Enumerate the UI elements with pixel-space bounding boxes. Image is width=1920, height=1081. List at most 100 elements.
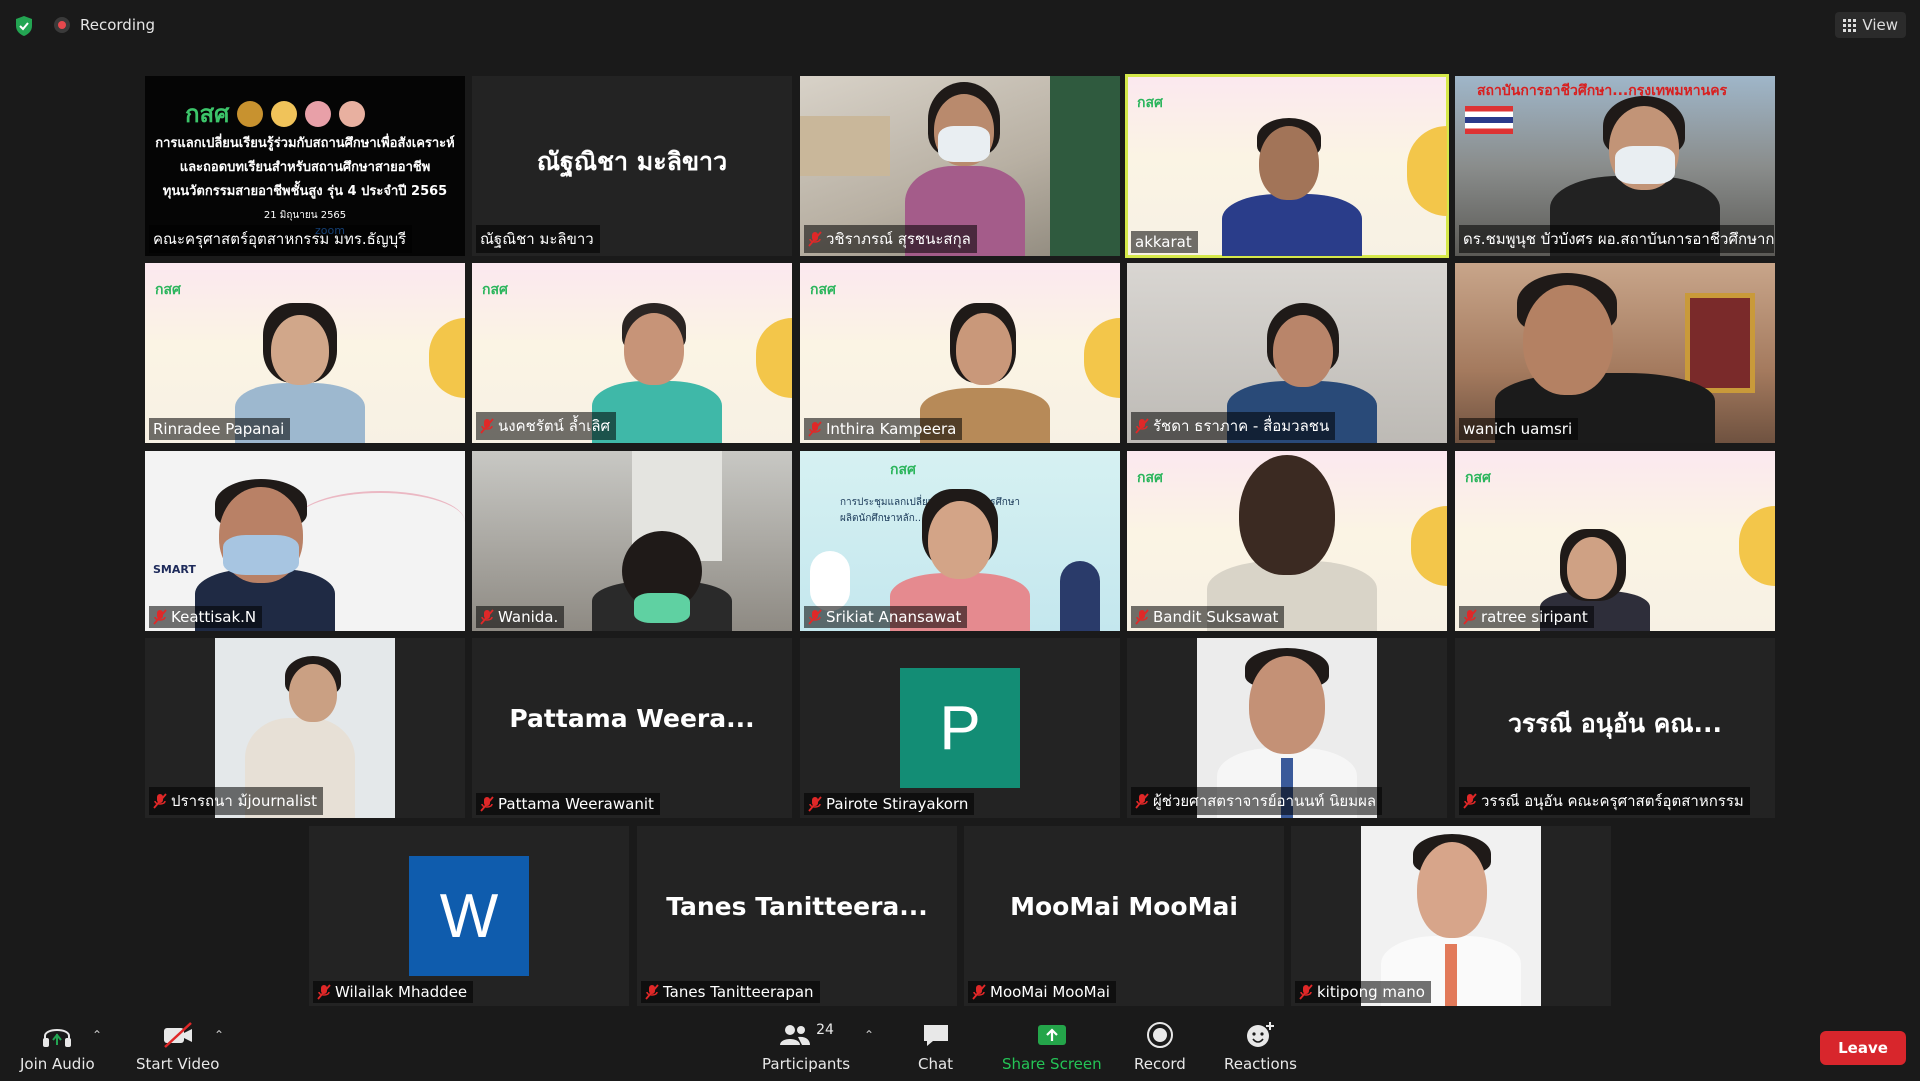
mic-muted-icon (1463, 793, 1477, 809)
record-button[interactable]: Record (1134, 1021, 1186, 1073)
mic-muted-icon (480, 796, 494, 812)
participant-name: ratree siripant (1481, 608, 1588, 626)
participant-name-tag: wanich uamsri (1459, 418, 1579, 440)
participant-tile[interactable]: วชิราภรณ์ สุรชนะสกุล (800, 76, 1120, 256)
participant-name: Tanes Tanitteerapan (663, 983, 814, 1001)
share-screen-icon (1037, 1025, 1066, 1045)
recording-indicator[interactable]: Recording (54, 16, 155, 34)
start-video-label: Start Video (136, 1055, 220, 1073)
gear-icon (1407, 126, 1447, 216)
participant-name-tag: ณัฐณิชา มะลิขาว (476, 225, 600, 253)
participant-name-tag: ผู้ช่วยศาสตราจารย์อานนท์ นิยมผล (1131, 787, 1383, 815)
participants-button[interactable]: 24 Participants (762, 1021, 850, 1073)
chevron-up-icon[interactable]: ⌃ (92, 1028, 102, 1042)
top-bar: Recording View (0, 0, 1920, 50)
participant-tile[interactable]: กสศ Rinradee Papanai (145, 263, 465, 443)
join-audio-button[interactable]: Join Audio (20, 1021, 95, 1073)
slide-logo: กสศ (155, 282, 181, 298)
participant-tile[interactable]: kitipong mano (1291, 826, 1611, 1006)
share-screen-button[interactable]: Share Screen (1002, 1021, 1102, 1073)
participant-name: Bandit Suksawat (1153, 608, 1279, 626)
grid-view-icon (1843, 18, 1857, 32)
participant-name-tag: Inthira Kampeera (804, 418, 963, 440)
participant-name-tag: ดร.ชมพูนุช บัวบังศร ผอ.สถาบันการอาชีวศึก… (1459, 225, 1774, 253)
slide-logo: กสศ (482, 282, 508, 298)
participant-name: Pairote Stirayakorn (826, 795, 969, 813)
chat-label: Chat (918, 1055, 954, 1073)
recording-icon (54, 17, 70, 33)
participant-display-name: Tanes Tanitteera... (666, 892, 928, 921)
mic-muted-icon (1299, 984, 1313, 1000)
shield-icon[interactable] (14, 15, 34, 37)
participant-tile[interactable]: MooMai MooMai MooMai MooMai (964, 826, 1284, 1006)
participant-name-tag: วชิราภรณ์ สุรชนะสกุล (804, 225, 977, 253)
participant-tile[interactable]: กสศ การประชุมแลกเปลี่ยน... สถาบันการศึกษ… (800, 451, 1120, 631)
reactions-button[interactable]: Reactions (1224, 1021, 1297, 1073)
participant-name-tag: Wanida. (476, 606, 565, 628)
flag-icon (1465, 106, 1513, 134)
record-icon (1146, 1022, 1173, 1048)
participant-name: Wanida. (498, 608, 559, 626)
participant-name-tag: akkarat (1131, 231, 1198, 253)
gear-icon (1739, 506, 1775, 586)
participant-tile[interactable]: กสศ Bandit Suksawat (1127, 451, 1447, 631)
participant-tile[interactable]: กสศ การแลกเปลี่ยนเรียนรู้ร่วมกับสถานศึกษ… (145, 76, 465, 256)
participant-tile[interactable]: รัชดา ธราภาค - สื่อมวลชน (1127, 263, 1447, 443)
share-screen-label: Share Screen (1002, 1055, 1102, 1073)
avatar: W (409, 856, 529, 976)
institute-sign: สถาบันการอาชีวศึกษา...กรุงเทพมหานคร (1477, 83, 1728, 99)
participant-name: kitipong mano (1317, 983, 1425, 1001)
participant-tile[interactable]: กสศ Inthira Kampeera (800, 263, 1120, 443)
participant-name: ผู้ช่วยศาสตราจารย์อานนท์ นิยมผล (1153, 792, 1377, 810)
seal-icon (305, 100, 332, 127)
picture-frame (1685, 293, 1755, 393)
view-label: View (1862, 16, 1898, 34)
participant-tile[interactable]: Wanida. (472, 451, 792, 631)
view-button[interactable]: View (1835, 12, 1906, 38)
start-video-button[interactable]: Start Video (136, 1021, 219, 1073)
participant-name-tag: Keattisak.N (149, 606, 263, 628)
mic-muted-icon (808, 609, 822, 625)
participant-name: Inthira Kampeera (826, 420, 957, 438)
participant-tile[interactable]: สถาบันการอาชีวศึกษา...กรุงเทพมหานคร ดร.ช… (1455, 76, 1775, 256)
participant-tile[interactable]: ผู้ช่วยศาสตราจารย์อานนท์ นิยมผล (1127, 638, 1447, 818)
participant-display-name: วรรณี อนุอัน คณ... (1507, 709, 1723, 738)
participant-tile[interactable]: Tanes Tanitteera... Tanes Tanitteerapan (637, 826, 957, 1006)
participant-tile[interactable]: Pattama Weera... Pattama Weerawanit (472, 638, 792, 818)
participant-name-tag: Rinradee Papanai (149, 418, 291, 440)
banner-line3: ทุนนวัตกรรมสายอาชีพชั้นสูง รุ่น 4 ประจำป… (162, 184, 448, 199)
participant-tile[interactable]: กสศ ratree siripant (1455, 451, 1775, 631)
mic-muted-icon (808, 421, 822, 437)
participant-tile[interactable]: wanich uamsri (1455, 263, 1775, 443)
mic-muted-icon (645, 984, 659, 1000)
participant-name: รัชดา ธราภาค - สื่อมวลชน (1153, 417, 1330, 435)
participant-display-name: Pattama Weera... (509, 704, 755, 733)
profile-photo (1361, 826, 1541, 1006)
slide-logo: กสศ (1137, 95, 1163, 111)
chevron-up-icon[interactable]: ⌃ (864, 1028, 874, 1042)
participant-tile[interactable]: P Pairote Stirayakorn (800, 638, 1120, 818)
chat-button[interactable]: Chat (918, 1021, 953, 1073)
participant-tile[interactable]: ปรารถนา ม้journalist (145, 638, 465, 818)
recording-label: Recording (80, 16, 156, 34)
participant-name-tag: ปรารถนา ม้journalist (149, 787, 323, 815)
banner-logos: กสศ (185, 94, 366, 133)
gear-icon (756, 318, 792, 398)
mic-muted-icon (1463, 609, 1477, 625)
headphone-icon (43, 1029, 72, 1047)
join-audio-label: Join Audio (20, 1055, 95, 1073)
seal-icon (271, 100, 298, 127)
mic-muted-icon (1135, 609, 1149, 625)
participant-tile[interactable]: กสศ akkarat (1125, 74, 1449, 258)
participant-name: ดร.ชมพูนุช บัวบังศร ผอ.สถาบันการอาชีวศึก… (1463, 230, 1774, 248)
participant-tile[interactable]: วรรณี อนุอัน คณ... วรรณี อนุอัน คณะครุศา… (1455, 638, 1775, 818)
reactions-label: Reactions (1224, 1055, 1297, 1073)
mic-muted-icon (1135, 418, 1149, 434)
chevron-up-icon[interactable]: ⌃ (214, 1028, 224, 1042)
slide-logo: กสศ (1137, 470, 1163, 486)
participant-tile[interactable]: ณัฐณิชา มะลิขาว ณัฐณิชา มะลิขาว (472, 76, 792, 256)
participant-tile[interactable]: SMART Keattisak.N (145, 451, 465, 631)
leave-button[interactable]: Leave (1820, 1031, 1906, 1065)
participant-tile[interactable]: W Wilailak Mhaddee (309, 826, 629, 1006)
participant-tile[interactable]: กสศ นงคชรัตน์ ล้ำเลิศ (472, 263, 792, 443)
